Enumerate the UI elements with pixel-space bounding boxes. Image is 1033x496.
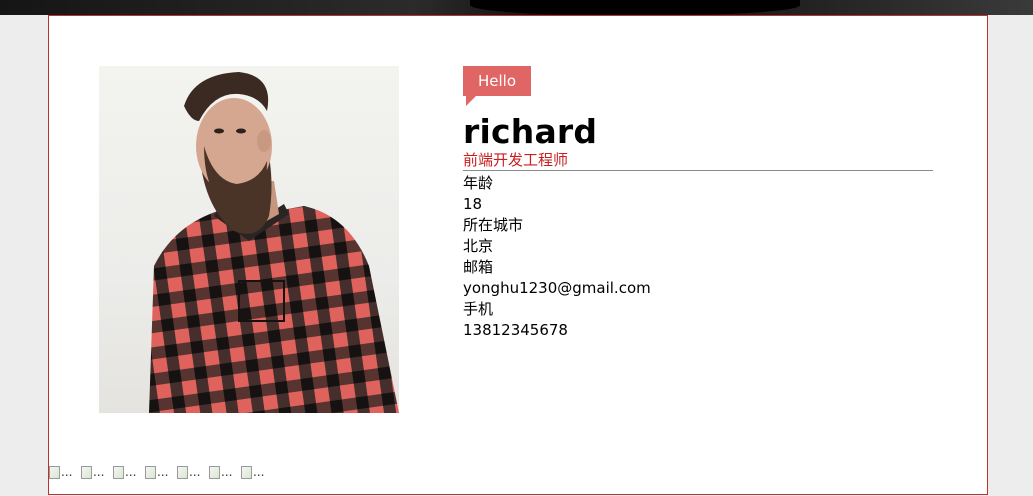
age-label: 年龄 (463, 174, 494, 192)
phone-label: 手机 (463, 300, 494, 318)
profile-info: Hello richard 前端开发工程师 年龄 18 所在城市 北京 邮箱 y… (463, 66, 933, 341)
profile-card: Hello richard 前端开发工程师 年龄 18 所在城市 北京 邮箱 y… (48, 15, 988, 495)
phone-value: 13812345678 (463, 321, 568, 339)
broken-image-alt: ... (61, 466, 73, 479)
broken-image-alt: ... (157, 466, 169, 479)
broken-image-icon (49, 466, 60, 479)
broken-image-alt: ... (125, 466, 137, 479)
email-label: 邮箱 (463, 258, 494, 276)
banner-shade (470, 0, 800, 15)
email-value: yonghu1230@gmail.com (463, 279, 651, 297)
broken-image-1: ... (49, 466, 76, 488)
broken-image-icon (209, 466, 220, 479)
age-value: 18 (463, 195, 483, 213)
broken-image-5: ... (177, 466, 204, 488)
broken-image-2: ... (81, 466, 108, 488)
broken-image-alt: ... (221, 466, 233, 479)
broken-image-icon (113, 466, 124, 479)
city-value: 北京 (463, 237, 494, 255)
broken-image-6: ... (209, 466, 236, 488)
broken-image-icon (177, 466, 188, 479)
profile-photo-icon (149, 72, 399, 413)
broken-image-icon (241, 466, 252, 479)
hello-badge: Hello (463, 66, 532, 106)
broken-image-4: ... (145, 466, 172, 488)
profile-name: richard (463, 112, 598, 151)
profile-details: 年龄 18 所在城市 北京 邮箱 yonghu1230@gmail.com 手机… (463, 173, 933, 341)
profile-photo (99, 66, 399, 413)
broken-image-icon (81, 466, 92, 479)
broken-image-row: ... ... ... ... ... ... ... (49, 466, 268, 496)
broken-image-alt: ... (253, 466, 265, 479)
broken-image-3: ... (113, 466, 140, 488)
city-label: 所在城市 (463, 216, 524, 234)
header-banner (0, 0, 1033, 15)
job-title: 前端开发工程师 (463, 151, 933, 171)
broken-image-alt: ... (189, 466, 201, 479)
broken-image-icon (145, 466, 156, 479)
broken-image-alt: ... (93, 466, 105, 479)
broken-image-7: ... (241, 466, 268, 488)
